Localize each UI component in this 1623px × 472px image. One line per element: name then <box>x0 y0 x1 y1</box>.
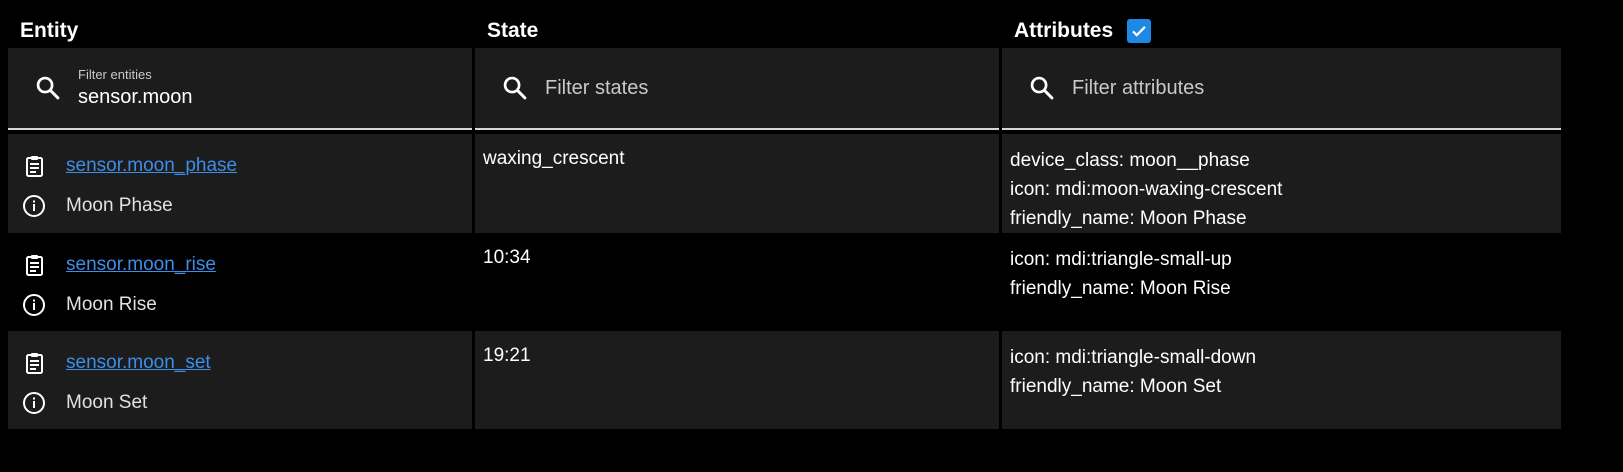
entity-filter: Filter entities <box>8 48 472 130</box>
entity-cell: sensor.moon_phase Moon Phase <box>8 134 472 233</box>
entity-cell: sensor.moon_set Moon Set <box>8 331 472 429</box>
entity-friendly-name: Moon Phase <box>66 195 173 216</box>
attribute-line: friendly_name: Moon Phase <box>1010 208 1247 229</box>
attributes-cell: device_class: moon__phase icon: mdi:moon… <box>1002 134 1561 233</box>
attribute-line: friendly_name: Moon Rise <box>1010 278 1231 299</box>
attribute-line: icon: mdi:triangle-small-up <box>1010 249 1232 270</box>
magnify-icon <box>36 76 60 100</box>
state-cell: 19:21 <box>475 331 999 429</box>
header-entity-label: Entity <box>20 19 79 42</box>
entity-link[interactable]: sensor.moon_set <box>66 352 211 374</box>
entity-filter-input[interactable] <box>78 86 343 109</box>
checkmark-icon <box>1132 26 1146 37</box>
information-outline-icon[interactable] <box>22 194 46 218</box>
attributes-cell: icon: mdi:triangle-small-up friendly_nam… <box>1002 233 1561 331</box>
entity-link[interactable]: sensor.moon_rise <box>66 254 216 276</box>
header-entity: Entity <box>8 14 472 48</box>
entity-friendly-name: Moon Rise <box>66 294 157 315</box>
state-filter <box>475 48 999 130</box>
states-table: Entity State Attributes Filter entities <box>8 14 1561 429</box>
clipboard-text-icon[interactable] <box>22 154 46 178</box>
attribute-line: icon: mdi:moon-waxing-crescent <box>1010 179 1283 200</box>
entity-cell: sensor.moon_rise Moon Rise <box>8 233 472 331</box>
entity-friendly-name: Moon Set <box>66 392 148 413</box>
state-cell: waxing_crescent <box>475 134 999 233</box>
magnify-icon <box>1030 76 1054 100</box>
entity-link[interactable]: sensor.moon_phase <box>66 155 237 177</box>
attributes-filter <box>1002 48 1561 130</box>
header-attributes-label: Attributes <box>1014 19 1114 42</box>
attributes-checkbox[interactable] <box>1127 19 1152 43</box>
header-state: State <box>475 14 999 48</box>
information-outline-icon[interactable] <box>22 293 46 317</box>
information-outline-icon[interactable] <box>22 391 46 415</box>
attributes-filter-input[interactable] <box>1072 76 1561 100</box>
attribute-line: device_class: moon__phase <box>1010 150 1250 171</box>
entity-filter-label: Filter entities <box>78 67 152 82</box>
clipboard-text-icon[interactable] <box>22 253 46 277</box>
attributes-cell: icon: mdi:triangle-small-down friendly_n… <box>1002 331 1561 429</box>
state-filter-input[interactable] <box>545 76 999 100</box>
clipboard-text-icon[interactable] <box>22 351 46 375</box>
attribute-line: friendly_name: Moon Set <box>1010 376 1222 397</box>
magnify-icon <box>503 76 527 100</box>
header-state-label: State <box>487 19 539 42</box>
state-cell: 10:34 <box>475 233 999 331</box>
attribute-line: icon: mdi:triangle-small-down <box>1010 347 1257 368</box>
header-attributes: Attributes <box>1002 14 1561 48</box>
